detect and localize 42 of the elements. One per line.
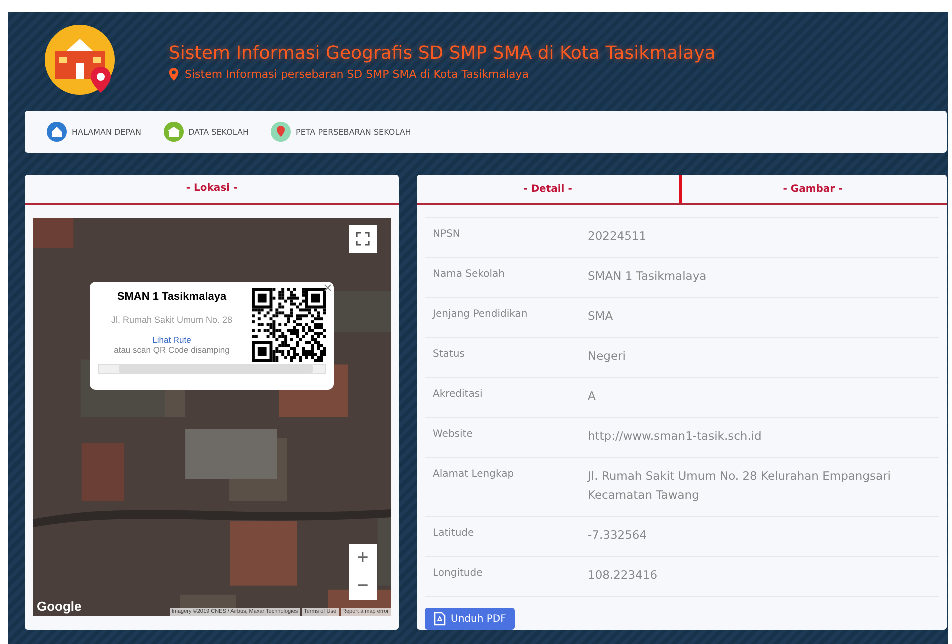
field-label: Nama Sekolah	[433, 269, 506, 282]
nav-link[interactable]: HALAMAN DEPAN	[47, 122, 142, 142]
building-icon	[164, 122, 184, 142]
field-value: SMA	[588, 308, 614, 325]
nav-link[interactable]: PETA PERSEBARAN SEKOLAH	[271, 122, 412, 142]
field-label: NPSN	[433, 229, 462, 242]
qr-hint: atau scan QR Code disamping	[114, 345, 230, 355]
pdf-file-icon	[434, 612, 446, 626]
field-value: http://www.sman1-tasik.sch.id	[588, 428, 762, 445]
field-label: Status	[433, 349, 466, 362]
field-value: Negeri	[588, 348, 626, 365]
field-value: 20224511	[588, 228, 647, 245]
map-logo: Google	[37, 599, 82, 616]
horizontal-scrollbar[interactable]	[98, 364, 326, 374]
panel-tab[interactable]: - Detail -	[417, 175, 682, 203]
route-link[interactable]: Lihat Rute	[152, 335, 192, 345]
field-label: Longitude	[433, 568, 484, 581]
download-pdf-button[interactable]: Unduh PDF	[425, 608, 516, 630]
nav-link[interactable]: DATA SEKOLAH	[164, 122, 250, 142]
panel-tab[interactable]: - Gambar -	[682, 175, 947, 203]
panel-heading: - Lokasi -	[25, 175, 399, 205]
field-label: Akreditasi	[433, 389, 484, 402]
school-name: SMAN 1 Tasikmalaya	[117, 291, 227, 303]
field-value: -7.332564	[588, 527, 648, 544]
close-icon[interactable]	[324, 284, 332, 292]
field-value: A	[588, 388, 596, 405]
map-pin-icon	[271, 122, 292, 142]
site-subtitle: Sistem Informasi persebaran SD SMP SMA di Kota Tasikmalaya	[185, 68, 530, 80]
field-value: Jl. Rumah Sakit Umum No. 28 Kelurahan Empangsari Kecamatan Tawang	[588, 468, 892, 504]
fullscreen-button[interactable]	[349, 225, 377, 253]
map-pin-icon	[169, 68, 179, 80]
field-label: Website	[433, 429, 474, 442]
field-label: Jenjang Pendidikan	[433, 309, 529, 322]
field-label: Latitude	[433, 528, 476, 541]
field-value: 108.223416	[588, 567, 658, 584]
school-address: Jl. Rumah Sakit Umum No. 28	[111, 315, 233, 325]
house-icon	[47, 122, 67, 142]
site-title: Sistem Informasi Geografis SD SMP SMA di Kota Tasikmalaya	[169, 42, 716, 64]
qr-code-icon	[252, 288, 326, 362]
field-label: Alamat Lengkap	[433, 469, 516, 482]
field-value: SMAN 1 Tasikmalaya	[588, 268, 707, 285]
fullscreen-icon	[356, 232, 370, 246]
